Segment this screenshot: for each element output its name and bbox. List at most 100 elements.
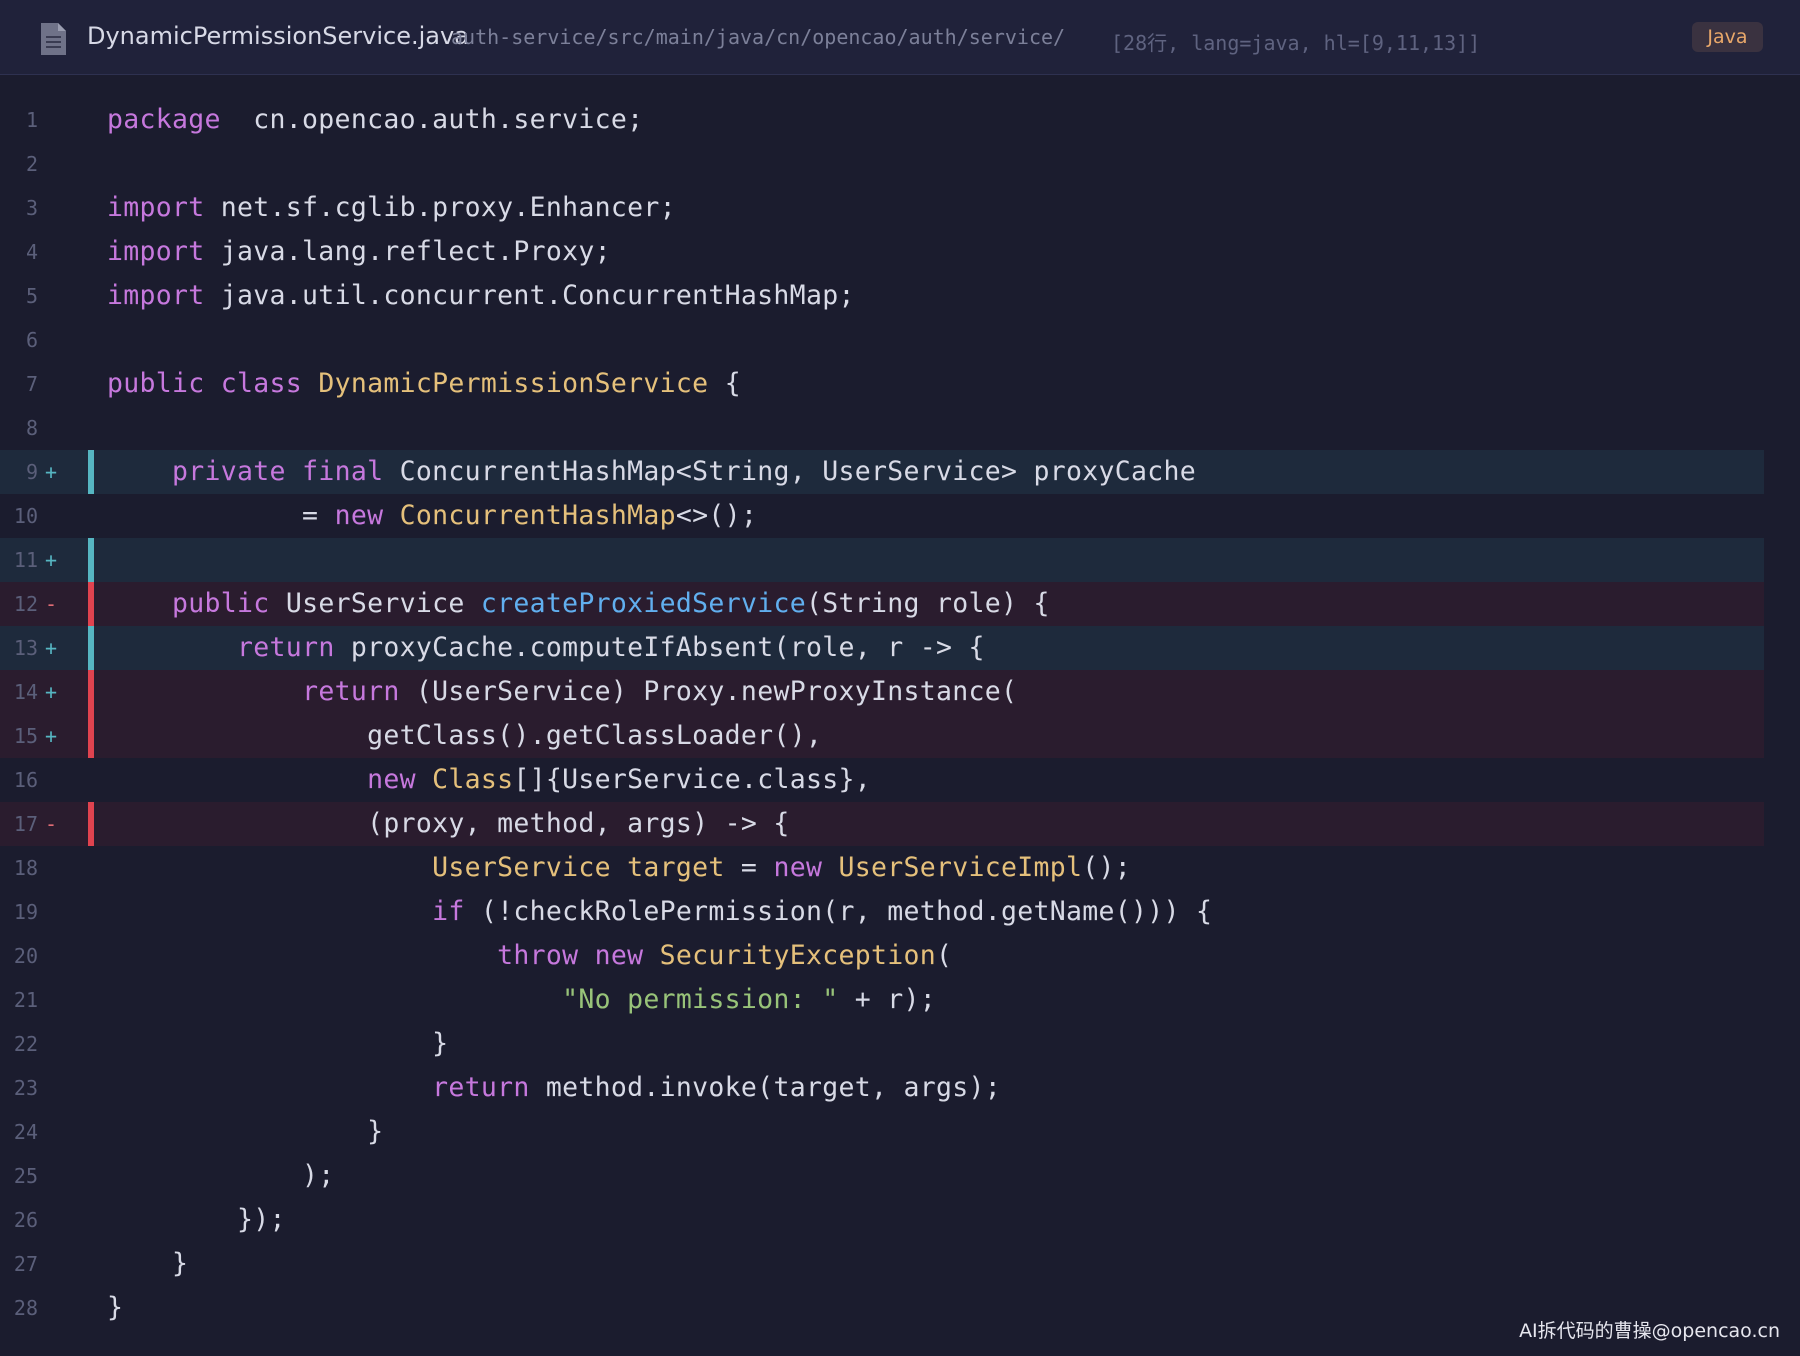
- line-number: 7: [25, 372, 38, 396]
- line-number: 8: [25, 416, 38, 440]
- diff-minus-marker: -: [45, 812, 58, 836]
- code-line: 1 package cn.opencao.auth.service;: [0, 98, 1800, 142]
- line-number: 17: [13, 812, 38, 836]
- code-text: UserService target = new UserServiceImpl…: [107, 846, 1131, 890]
- code-text: import java.util.concurrent.ConcurrentHa…: [107, 274, 855, 318]
- code-token: (UserService) Proxy.newProxyInstance(: [399, 676, 1018, 707]
- code-token: proxyCache.computeIfAbsent(role, r -> {: [334, 632, 985, 663]
- code-line: 23 return method.invoke(target, args);: [0, 1066, 1800, 1110]
- line-number: 1: [25, 108, 38, 132]
- removed-line-bar: [88, 582, 94, 626]
- code-token: <>();: [675, 500, 758, 531]
- line-number: 19: [13, 900, 38, 924]
- code-token: }: [107, 1028, 449, 1059]
- removed-line-bar: [88, 714, 94, 758]
- code-line: 7 public class DynamicPermissionService {: [0, 362, 1800, 406]
- line-number: 15: [13, 724, 38, 748]
- code-token: import: [107, 280, 205, 311]
- code-line: 24 }: [0, 1110, 1800, 1154]
- code-text: });: [107, 1198, 286, 1242]
- code-line: 2: [0, 142, 1800, 186]
- code-token: []{UserService.class},: [513, 764, 871, 795]
- line-number: 2: [25, 152, 38, 176]
- code-line: 14 + return (UserService) Proxy.newProxyI…: [0, 670, 1764, 714]
- line-number: 9: [25, 460, 38, 484]
- code-token: (!checkRolePermission(r, method.getName(…: [464, 896, 1213, 927]
- code-token: }: [107, 1292, 124, 1323]
- diff-plus-marker: +: [45, 680, 58, 704]
- document-icon: [38, 22, 68, 56]
- code-token: "No permission: ": [562, 984, 839, 1015]
- code-token: (: [936, 940, 953, 971]
- code-token: + r);: [838, 984, 936, 1015]
- language-badge: Java: [1692, 22, 1763, 52]
- line-number: 12: [13, 592, 38, 616]
- code-token: public: [172, 588, 270, 619]
- file-name: DynamicPermissionService.java: [87, 22, 469, 50]
- line-number: 16: [13, 768, 38, 792]
- code-token: ConcurrentHashMap<String, UserService> p…: [383, 456, 1197, 487]
- code-token: package: [107, 104, 221, 135]
- code-text: package cn.opencao.auth.service;: [107, 98, 643, 142]
- code-token: new: [367, 764, 416, 795]
- code-token: DynamicPermissionService: [318, 368, 709, 399]
- diff-plus-marker: +: [45, 548, 58, 572]
- line-number: 6: [25, 328, 38, 352]
- code-text: return method.invoke(target, args);: [107, 1066, 1001, 1110]
- added-line-bar: [88, 538, 94, 582]
- line-number: 24: [13, 1120, 38, 1144]
- line-number: 14: [13, 680, 38, 704]
- code-token: net.sf.cglib.proxy.Enhancer;: [204, 192, 676, 223]
- code-token: SecurityException: [659, 940, 936, 971]
- code-text: );: [107, 1154, 335, 1198]
- line-number: 23: [13, 1076, 38, 1100]
- code-token: =: [107, 500, 335, 531]
- code-line: 18 UserService target = new UserServiceI…: [0, 846, 1800, 890]
- code-text: if (!checkRolePermission(r, method.getNa…: [107, 890, 1212, 934]
- line-number: 13: [13, 636, 38, 660]
- code-token: );: [107, 1160, 335, 1191]
- code-text: getClass().getClassLoader(),: [107, 714, 822, 758]
- line-number: 26: [13, 1208, 38, 1232]
- code-text: }: [107, 1022, 448, 1066]
- code-token: (proxy, method, args) -> {: [107, 808, 790, 839]
- code-token: java.lang.reflect.Proxy;: [204, 236, 611, 267]
- code-text: }: [107, 1110, 383, 1154]
- code-text: }: [107, 1242, 188, 1286]
- code-text: return (UserService) Proxy.newProxyInsta…: [107, 670, 1017, 714]
- code-token: cn.opencao.auth.service;: [220, 104, 644, 135]
- diff-minus-marker: -: [45, 592, 58, 616]
- code-text: import net.sf.cglib.proxy.Enhancer;: [107, 186, 676, 230]
- diff-plus-marker: +: [45, 636, 58, 660]
- file-meta: [28行, lang=java, hl=[9,11,13]]: [1111, 31, 1481, 55]
- code-line: 6: [0, 318, 1800, 362]
- line-number: 22: [13, 1032, 38, 1056]
- added-line-bar: [88, 450, 94, 494]
- code-text: public class DynamicPermissionService {: [107, 362, 741, 406]
- code-token: java.util.concurrent.ConcurrentHashMap;: [204, 280, 855, 311]
- watermark: AI拆代码的曹操@opencao.cn: [1519, 1320, 1780, 1342]
- code-token: }: [107, 1248, 189, 1279]
- file-path: auth-service/src/main/java/cn/opencao/au…: [451, 25, 1066, 49]
- code-line: 19 if (!checkRolePermission(r, method.ge…: [0, 890, 1800, 934]
- file-header: DynamicPermissionService.java auth-servi…: [0, 0, 1800, 75]
- code-token: {: [708, 368, 741, 399]
- line-number: 5: [25, 284, 38, 308]
- code-token: new: [773, 852, 823, 883]
- diff-plus-marker: +: [45, 460, 58, 484]
- removed-line-bar: [88, 802, 94, 846]
- code-text: public UserService createProxiedService(…: [107, 582, 1050, 626]
- code-text: private final ConcurrentHashMap<String, …: [107, 450, 1196, 494]
- line-number: 11: [13, 548, 38, 572]
- code-token: import: [107, 236, 205, 267]
